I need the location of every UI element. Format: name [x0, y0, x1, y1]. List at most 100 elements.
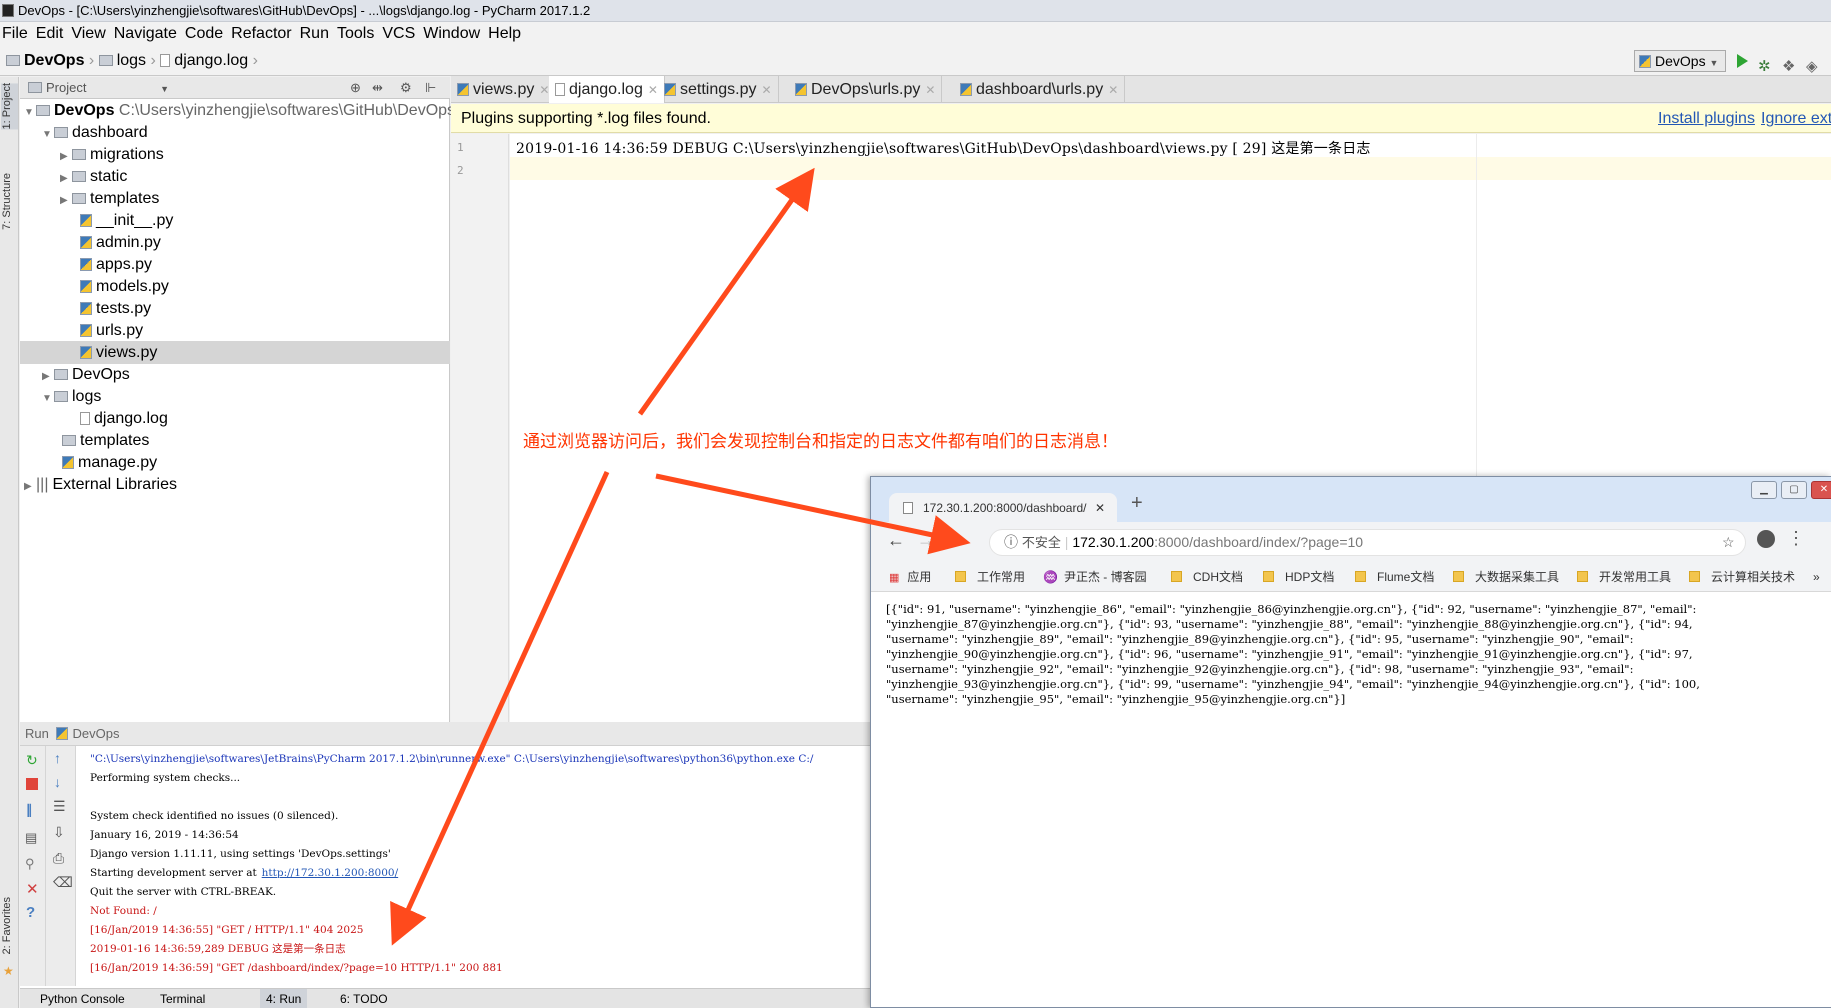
tree-item-views-py[interactable]: views.py: [20, 341, 450, 364]
menu-tools[interactable]: Tools: [337, 25, 374, 42]
bookmark-item[interactable]: HDP文档: [1263, 562, 1334, 592]
reload-button[interactable]: ↻: [945, 529, 960, 550]
tree-item-templates-root[interactable]: templates: [20, 429, 450, 452]
star-icon[interactable]: ☆: [1722, 530, 1735, 555]
sync-icon[interactable]: ⊕: [350, 77, 361, 99]
menu-help[interactable]: Help: [488, 25, 521, 42]
trash-icon[interactable]: ⌫: [53, 874, 73, 891]
menu-window[interactable]: Window: [423, 25, 480, 42]
help-icon[interactable]: ?: [26, 904, 35, 921]
run-button[interactable]: [1737, 54, 1748, 68]
menu-file[interactable]: File: [2, 25, 28, 42]
tree-item-init-py[interactable]: __init__.py: [20, 209, 450, 232]
bookmark-item[interactable]: Flume文档: [1355, 562, 1434, 592]
menu-code[interactable]: Code: [185, 25, 223, 42]
more-bookmarks[interactable]: »: [1813, 562, 1820, 592]
close-icon[interactable]: ✕: [1095, 493, 1105, 523]
back-button[interactable]: ←: [887, 530, 905, 551]
tree-item-templates[interactable]: ▶ templates: [20, 187, 450, 210]
menu-edit[interactable]: Edit: [36, 25, 64, 42]
menu-vcs[interactable]: VCS: [382, 25, 415, 42]
ignore-extension-link[interactable]: Ignore ext: [1761, 104, 1831, 133]
minimize-button[interactable]: ▁: [1751, 481, 1777, 499]
close-icon[interactable]: ✕: [26, 880, 39, 898]
arrow-up-icon[interactable]: ↑: [54, 750, 61, 766]
run-config-selector[interactable]: DevOps ▼: [1634, 50, 1726, 72]
tab-devops-urls-py[interactable]: DevOps\urls.py ✕: [789, 76, 943, 103]
breadcrumb-folder[interactable]: logs: [117, 52, 146, 69]
stop-icon[interactable]: [26, 778, 38, 790]
tab-structure[interactable]: 7: Structure: [1, 173, 18, 230]
bookmark-item[interactable]: 大数据采集工具: [1453, 562, 1559, 592]
tree-item-manage-py[interactable]: manage.py: [20, 451, 450, 474]
console-line: Quit the server with CTRL-BREAK.: [90, 883, 276, 902]
dump-threads-icon[interactable]: ▤: [25, 830, 37, 846]
tree-item-django-log[interactable]: django.log: [20, 407, 450, 430]
bookmark-item[interactable]: 云计算相关技术: [1689, 562, 1795, 592]
profile-icon[interactable]: [1757, 530, 1775, 548]
print-icon[interactable]: ⎙: [53, 850, 64, 867]
tree-item-urls-py[interactable]: urls.py: [20, 319, 450, 342]
security-indicator[interactable]: 不安全: [1022, 535, 1061, 550]
new-tab-button[interactable]: +: [1131, 492, 1143, 515]
menu-navigate[interactable]: Navigate: [114, 25, 177, 42]
browser-tab[interactable]: 172.30.1.200:8000/dashboard/ ✕: [889, 493, 1117, 523]
menu-run[interactable]: Run: [300, 25, 329, 42]
tree-item-admin-py[interactable]: admin.py: [20, 231, 450, 254]
tab-project[interactable]: 1: Project: [1, 83, 18, 130]
tree-item-static[interactable]: ▶ static: [20, 165, 450, 188]
tree-item-migrations[interactable]: ▶ migrations: [20, 143, 450, 166]
tree-item-tests-py[interactable]: tests.py: [20, 297, 450, 320]
project-view-selector[interactable]: Project: [46, 80, 86, 95]
soft-wrap-icon[interactable]: ☰: [53, 798, 66, 815]
bookmark-apps[interactable]: ▦ 应用: [889, 562, 931, 593]
close-icon[interactable]: ✕: [539, 83, 549, 97]
address-bar[interactable]: ⓘ 不安全 | 172.30.1.200:8000/dashboard/inde…: [989, 529, 1746, 556]
menu-refactor[interactable]: Refactor: [231, 25, 291, 42]
close-icon[interactable]: ✕: [925, 83, 935, 97]
bookmark-item[interactable]: CDH文档: [1171, 562, 1243, 592]
tree-item-external-libraries[interactable]: ▶ ||| External Libraries: [20, 473, 450, 496]
bookmark-item[interactable]: 工作常用: [955, 562, 1025, 592]
bookmark-item[interactable]: ♒ 尹正杰 - 博客园: [1043, 562, 1147, 592]
bookmark-item[interactable]: 开发常用工具: [1577, 562, 1671, 592]
forward-button[interactable]: →: [917, 530, 935, 551]
install-plugins-link[interactable]: Install plugins: [1658, 104, 1755, 133]
editor-tabs: views.py ✕ django.log ✕ settings.py ✕ DevOp…: [451, 76, 1831, 103]
close-icon[interactable]: ✕: [761, 83, 771, 97]
tab-favorites[interactable]: 2: Favorites: [1, 897, 18, 954]
arrow-down-icon[interactable]: ↓: [54, 774, 61, 790]
breadcrumb-root[interactable]: DevOps: [24, 52, 84, 69]
tab-dashboard-urls-py[interactable]: dashboard\urls.py ✕: [954, 76, 1126, 103]
tree-item-root[interactable]: ▼ DevOps C:\Users\yinzhengjie\softwares\G…: [20, 99, 455, 122]
tree-item-models-py[interactable]: models.py: [20, 275, 450, 298]
tree-item-logs[interactable]: ▼ logs: [20, 385, 450, 408]
pin-icon[interactable]: ⚲: [25, 856, 35, 872]
breadcrumb-file[interactable]: django.log: [174, 52, 248, 69]
collapse-icon[interactable]: ⇹: [372, 77, 383, 99]
hide-panel-icon[interactable]: ⊩: [425, 77, 436, 99]
maximize-button[interactable]: ▢: [1781, 481, 1807, 499]
close-icon[interactable]: ✕: [1108, 83, 1118, 97]
gear-icon[interactable]: ⚙: [400, 77, 412, 99]
tab-terminal[interactable]: Terminal: [160, 989, 205, 1008]
tree-item-apps-py[interactable]: apps.py: [20, 253, 450, 276]
run-console[interactable]: "C:\Users\yinzhengjie\softwares\JetBrain…: [90, 746, 870, 986]
tab-todo[interactable]: 6: TODO: [340, 989, 388, 1008]
tree-item-dashboard[interactable]: ▼ dashboard: [20, 121, 450, 144]
tab-python-console[interactable]: Python Console: [40, 989, 125, 1008]
tab-run[interactable]: 4: Run: [260, 989, 308, 1008]
close-icon[interactable]: ✕: [648, 83, 658, 97]
menu-icon[interactable]: ⋮: [1787, 528, 1805, 549]
scroll-to-end-icon[interactable]: ⇩: [53, 824, 65, 841]
server-url-link[interactable]: http://172.30.1.200:8000/: [262, 867, 398, 879]
window-close-button[interactable]: ✕: [1811, 481, 1831, 499]
tree-item-devops[interactable]: ▶ DevOps: [20, 363, 450, 386]
tab-django-log[interactable]: django.log ✕: [549, 76, 665, 103]
tab-views-py[interactable]: views.py ✕: [451, 76, 557, 103]
rerun-icon[interactable]: ↻: [26, 752, 38, 769]
pause-icon[interactable]: ∥: [26, 802, 33, 818]
menu-view[interactable]: View: [71, 25, 105, 42]
console-line-text: Performing system checks...: [90, 772, 241, 784]
tab-settings-py[interactable]: settings.py ✕: [658, 76, 779, 103]
